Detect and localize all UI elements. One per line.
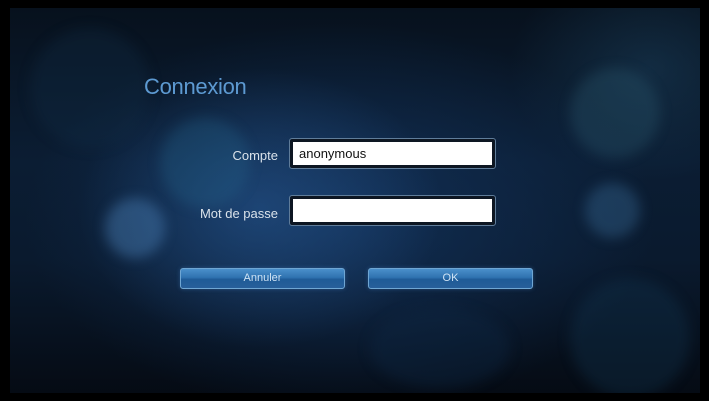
ok-button[interactable]: OK <box>368 268 533 289</box>
background-bokeh <box>585 183 640 238</box>
password-label: Mot de passe <box>199 206 278 221</box>
background-bokeh <box>160 118 250 208</box>
background-bokeh <box>30 28 150 148</box>
tv-screen-frame: Connexion Compte Mot de passe Annuler OK <box>0 0 709 401</box>
background-bokeh <box>570 278 690 393</box>
background-bokeh <box>370 308 510 388</box>
page-title: Connexion <box>144 74 247 99</box>
account-field[interactable] <box>289 138 496 169</box>
background-bokeh <box>570 68 660 158</box>
password-field[interactable] <box>289 195 496 226</box>
login-screen: Connexion Compte Mot de passe Annuler OK <box>10 8 700 393</box>
cancel-button[interactable]: Annuler <box>180 268 345 289</box>
account-label: Compte <box>232 148 278 163</box>
